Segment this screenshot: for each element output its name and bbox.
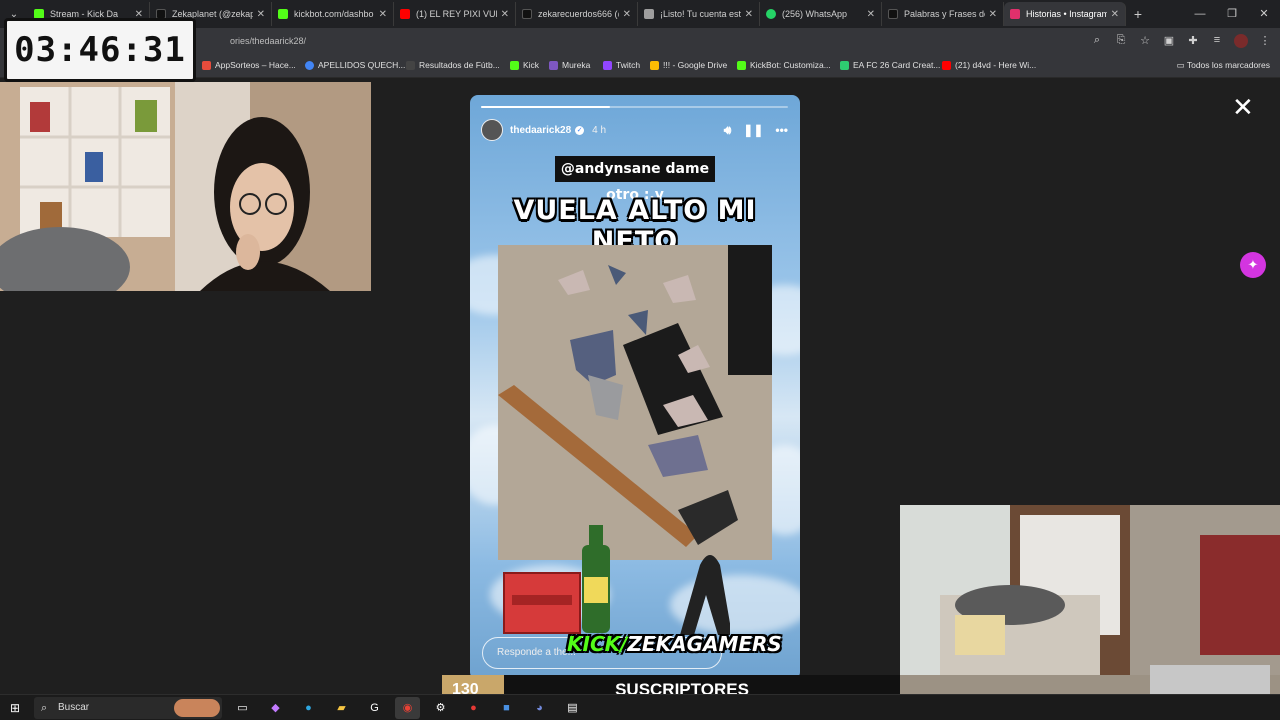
close-tab-icon[interactable]: ✕	[745, 9, 753, 20]
tab-kickbot[interactable]: kickbot.com/dashbo ✕	[272, 2, 394, 26]
beer-and-ribbon-stickers	[503, 525, 730, 635]
zoom-icon[interactable]: ⌕	[1090, 34, 1104, 51]
copilot-icon[interactable]: ◆	[263, 697, 288, 719]
bookmark-icon	[406, 60, 415, 70]
puzzle-icon[interactable]: ✚	[1186, 34, 1200, 51]
tiktok-icon	[522, 9, 532, 19]
extension-badge-icon[interactable]: ✦	[1240, 252, 1266, 278]
story-photo	[498, 245, 772, 560]
bookmark-ea-fc[interactable]: EA FC 26 Card Creat...	[840, 60, 940, 70]
install-icon[interactable]: ⎘	[1114, 34, 1128, 51]
bookmark-kick[interactable]: Kick	[510, 60, 539, 70]
room-camera-feed	[900, 505, 1280, 720]
search-icon: ⌕	[41, 702, 48, 714]
story-username[interactable]: thedaarick28	[510, 125, 571, 136]
bookmark-apellidos[interactable]: APELLIDOS QUECH...	[305, 60, 405, 70]
bookmark-mureka[interactable]: Mureka	[549, 60, 590, 70]
story-time-ago: 4 h	[592, 124, 607, 136]
drive-icon	[650, 60, 659, 70]
close-tab-icon[interactable]: ✕	[623, 9, 631, 20]
windows-start-icon[interactable]: ⊞	[10, 701, 20, 715]
mureka-icon	[549, 60, 558, 70]
tab-whatsapp[interactable]: (256) WhatsApp ✕	[760, 2, 882, 26]
app-gear-icon[interactable]: ⚙	[428, 697, 453, 719]
menu-icon[interactable]: ⋮	[1258, 34, 1272, 51]
windows-taskbar: ⊞ ⌕ Buscar ▭ ◆ ● ▰ G ◉ ⚙ ● ■ ◕ ▤	[0, 694, 1280, 720]
story-progress-fill	[481, 106, 610, 108]
twitch-icon	[603, 60, 612, 70]
app-window-icon[interactable]: ▤	[560, 697, 585, 719]
instagram-icon	[1010, 9, 1020, 19]
new-tab-button[interactable]: +	[1126, 6, 1150, 22]
taskbar-apps: ▭ ◆ ● ▰ G ◉ ⚙ ● ■ ◕ ▤	[230, 697, 585, 719]
window-controls: — ❐ ✕	[1184, 0, 1280, 28]
close-tab-icon[interactable]: ✕	[257, 9, 265, 20]
app-blue-icon[interactable]: ■	[494, 697, 519, 719]
close-story-icon[interactable]: ✕	[1232, 94, 1254, 120]
youtube-icon	[942, 60, 951, 70]
close-tab-icon[interactable]: ✕	[989, 9, 997, 20]
kick-channel-overlay: KICK/ZEKAGAMERS	[567, 632, 782, 656]
task-view-icon[interactable]: ▭	[230, 697, 255, 719]
kickbot-icon	[278, 9, 288, 19]
app-red-icon[interactable]: ●	[461, 697, 486, 719]
url-field[interactable]: ories/thedaarick28/	[230, 36, 306, 46]
volume-icon[interactable]: 🔊︎	[724, 123, 732, 138]
address-bar-actions: ⌕ ⎘ ☆ ▣ ✚ ≡ ⋮	[1090, 34, 1272, 51]
bookmark-resultados[interactable]: Resultados de Fútb...	[406, 60, 500, 70]
verified-icon: ✓	[575, 125, 585, 135]
bookmark-appsorteos[interactable]: AppSorteos – Hace...	[202, 60, 296, 70]
profile-avatar[interactable]	[1234, 34, 1248, 51]
discord-icon[interactable]: ◕	[527, 697, 552, 719]
tiktok-icon	[888, 9, 898, 19]
google-icon	[305, 60, 314, 70]
stream-timer: 03:46:31	[4, 18, 196, 82]
kick-icon	[510, 60, 519, 70]
close-tab-icon[interactable]: ✕	[379, 9, 387, 20]
more-options-icon[interactable]: •••	[775, 123, 788, 137]
taskbar-search-box[interactable]: ⌕ Buscar	[34, 697, 222, 719]
all-bookmarks-folder[interactable]: ▭ Todos los marcadores	[1177, 60, 1270, 71]
tab-youtube[interactable]: (1) EL REY PIXI VUELV✕	[394, 2, 516, 26]
tab-cuenta-lista[interactable]: ¡Listo! Tu cuenta está ✕	[638, 2, 760, 26]
webcam-feed	[0, 82, 371, 291]
app-g-icon[interactable]: G	[362, 697, 387, 719]
youtube-icon	[400, 9, 410, 19]
instagram-story[interactable]: thedaarick28 ✓ 4 h 🔊︎ ❚❚ ••• @andynsane …	[470, 95, 800, 680]
minimize-icon[interactable]: —	[1184, 0, 1216, 28]
kickbot-icon	[737, 60, 746, 70]
restore-icon[interactable]: ❐	[1216, 0, 1248, 28]
ea-icon	[840, 60, 849, 70]
tab-palabras-frases[interactable]: Palabras y Frases de ✕	[882, 2, 1004, 26]
file-explorer-icon[interactable]: ▰	[329, 697, 354, 719]
pause-icon[interactable]: ❚❚	[743, 123, 763, 137]
tab-instagram-stories[interactable]: Historias • Instagram ✕	[1004, 2, 1126, 26]
star-icon[interactable]: ☆	[1138, 34, 1152, 51]
media-icon[interactable]: ≡	[1210, 34, 1224, 51]
extension-icon[interactable]: ▣	[1162, 34, 1176, 51]
close-tab-icon[interactable]: ✕	[1111, 9, 1119, 20]
edge-icon[interactable]: ●	[296, 697, 321, 719]
bookmark-twitch[interactable]: Twitch	[603, 60, 640, 70]
page-icon	[644, 9, 654, 19]
whatsapp-icon	[766, 9, 776, 19]
story-progress-bar	[481, 106, 788, 108]
avatar[interactable]	[481, 119, 503, 141]
search-highlight-image	[174, 699, 220, 717]
tab-zekarecuerdos[interactable]: zekarecuerdos666 (@ ✕	[516, 2, 638, 26]
screen: ⌄ Stream - Kick Da ✕ Zekaplanet (@zekapl ✕…	[0, 0, 1280, 720]
bookmark-d4vd[interactable]: (21) d4vd - Here Wi...	[942, 60, 1036, 70]
story-mention-sticker[interactable]: @andynsane dame otro :,v	[555, 156, 715, 203]
bookmark-icon	[202, 60, 211, 70]
close-window-icon[interactable]: ✕	[1248, 0, 1280, 28]
bookmark-kickbot[interactable]: KickBot: Customiza...	[737, 60, 831, 70]
close-tab-icon[interactable]: ✕	[501, 9, 509, 20]
chrome-icon[interactable]: ◉	[395, 697, 420, 719]
close-tab-icon[interactable]: ✕	[867, 9, 875, 20]
bookmark-google-drive[interactable]: !!! - Google Drive	[650, 60, 727, 70]
story-header: thedaarick28 ✓ 4 h 🔊︎ ❚❚ •••	[481, 119, 788, 141]
